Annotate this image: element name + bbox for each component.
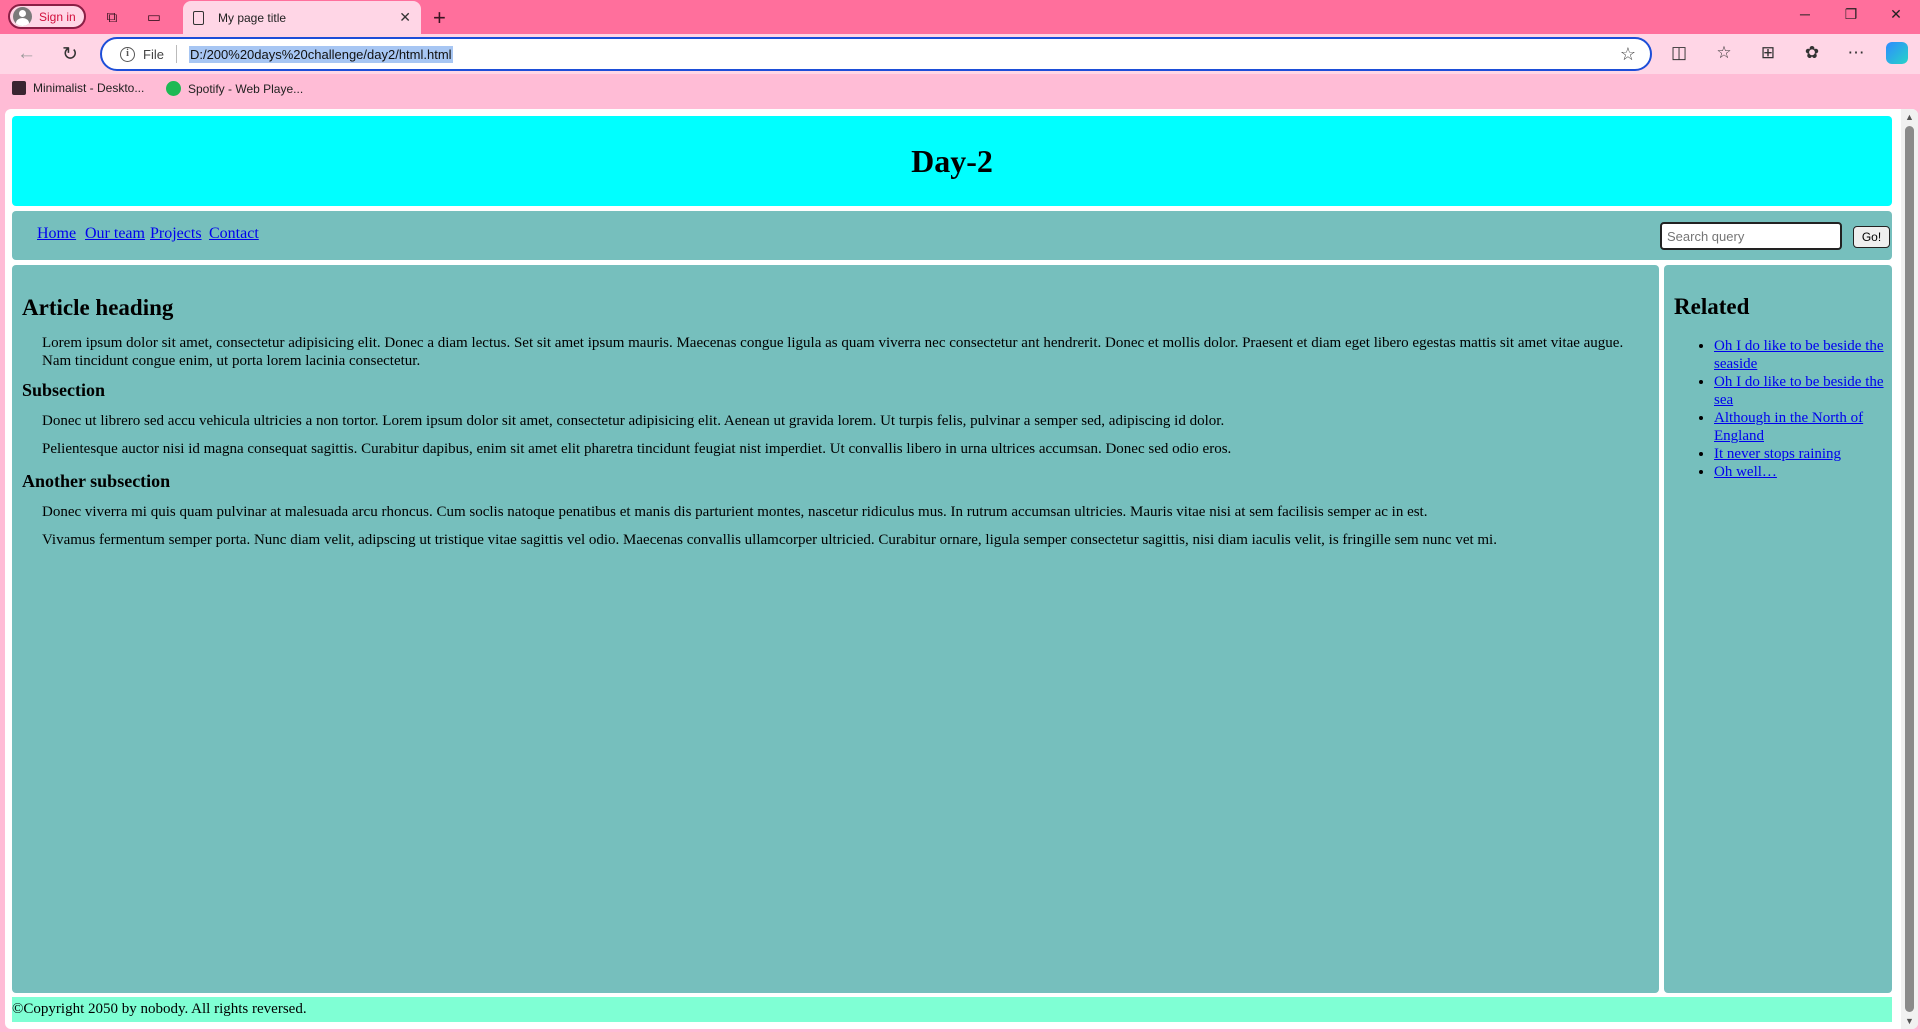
scrollbar[interactable]: ▲ ▼ — [1901, 109, 1918, 1029]
article-intro: Lorem ipsum dolor sit amet, consectetur … — [42, 335, 1624, 369]
extensions-icon[interactable]: ✿ — [1801, 43, 1823, 63]
related-link[interactable]: Oh I do like to be beside the seaside — [1714, 338, 1884, 372]
related-sidebar: Related Oh I do like to be beside the se… — [1664, 265, 1892, 993]
collections-icon[interactable]: ⊞ — [1757, 43, 1779, 63]
url-text[interactable]: D:/200%20days%20challenge/day2/html.html — [188, 45, 453, 63]
tab-actions-icon[interactable]: ▭ — [144, 7, 164, 27]
browser-toolbar: ← ↻ i File D:/200%20days%20challenge/day… — [0, 34, 1920, 74]
minimalist-favicon-icon — [12, 81, 26, 95]
favorites-icon[interactable]: ☆ — [1713, 43, 1735, 63]
bookmark-label: Spotify - Web Playe... — [188, 81, 304, 96]
related-link[interactable]: Oh well… — [1714, 464, 1777, 480]
subsection-heading: Subsection — [22, 380, 106, 400]
user-icon — [13, 7, 32, 26]
subsection-paragraph: Pelientesque auctor nisi id magna conseq… — [42, 441, 1232, 457]
search-input[interactable] — [1660, 222, 1842, 250]
divider — [175, 45, 177, 63]
tab-title: My page title — [218, 10, 287, 25]
article-heading: Article heading — [22, 295, 174, 320]
page-header: Day-2 — [12, 116, 1892, 206]
nav-link-projects[interactable]: Projects — [150, 225, 202, 243]
related-link[interactable]: Although in the North of England — [1714, 410, 1863, 444]
restore-icon[interactable]: ❐ — [1841, 6, 1861, 23]
back-icon[interactable]: ← — [17, 43, 36, 65]
another-subsection-paragraph: Vivamus fermentum semper porta. Nunc dia… — [42, 532, 1497, 548]
workspaces-icon[interactable]: ⧉ — [102, 7, 122, 27]
subsection-paragraph: Donec ut librero sed accu vehicula ultri… — [42, 413, 1225, 429]
list-item: Oh I do like to be beside the seaside — [1714, 337, 1884, 373]
related-links: Oh I do like to be beside the seaside Oh… — [1692, 337, 1884, 481]
list-item: It never stops raining — [1714, 445, 1884, 463]
split-screen-icon[interactable]: ◫ — [1668, 43, 1690, 63]
minimize-icon[interactable]: ─ — [1795, 6, 1815, 22]
search-go-button[interactable]: Go! — [1853, 226, 1890, 248]
bookmark-spotify[interactable]: Spotify - Web Playe... — [166, 81, 303, 96]
list-item: Oh I do like to be beside the sea — [1714, 373, 1884, 409]
bookmark-minimalist[interactable]: Minimalist - Deskto... — [12, 81, 144, 95]
nav-link-home[interactable]: Home — [37, 225, 76, 243]
main-article: Article heading Lorem ipsum dolor sit am… — [12, 265, 1659, 993]
info-icon[interactable]: i — [120, 46, 135, 62]
page-viewport: Day-2 Home Our team Projects Contact Go!… — [5, 109, 1918, 1029]
list-item: Although in the North of England — [1714, 409, 1884, 445]
scroll-thumb[interactable] — [1905, 126, 1914, 1012]
tab-bar: Sign in ⧉ ▭ My page title ✕ + ─ ❐ ✕ — [0, 0, 1920, 34]
plus-icon[interactable]: + — [433, 5, 446, 31]
window-close-icon[interactable]: ✕ — [1886, 6, 1906, 23]
url-scheme: File — [143, 46, 164, 62]
nav-link-our-team[interactable]: Our team — [85, 225, 145, 243]
page-icon — [193, 10, 204, 25]
spotify-favicon-icon — [166, 81, 181, 96]
bookmarks-bar: Minimalist - Deskto... Spotify - Web Pla… — [0, 74, 1920, 104]
scroll-down-icon[interactable]: ▼ — [1905, 1016, 1914, 1026]
close-icon[interactable]: ✕ — [399, 9, 411, 26]
related-link[interactable]: Oh I do like to be beside the sea — [1714, 374, 1884, 408]
page-footer: ©Copyright 2050 by nobody. All rights re… — [12, 997, 1892, 1022]
nav-link-contact[interactable]: Contact — [209, 225, 259, 243]
bookmark-label: Minimalist - Deskto... — [33, 81, 145, 95]
star-icon[interactable]: ☆ — [1620, 44, 1636, 65]
address-bar[interactable]: i File D:/200%20days%20challenge/day2/ht… — [100, 37, 1652, 71]
related-link[interactable]: It never stops raining — [1714, 446, 1841, 462]
site-nav: Home Our team Projects Contact Go! — [12, 211, 1892, 260]
page-title: Day-2 — [911, 143, 993, 179]
more-icon[interactable]: ⋯ — [1845, 43, 1867, 63]
another-subsection-paragraph: Donec viverra mi quis quam pulvinar at m… — [42, 504, 1428, 520]
list-item: Oh well… — [1714, 463, 1884, 481]
scroll-up-icon[interactable]: ▲ — [1905, 112, 1914, 122]
copilot-icon[interactable] — [1886, 42, 1908, 64]
tab-active[interactable]: My page title ✕ — [183, 1, 421, 34]
profile-button[interactable]: Sign in — [8, 4, 86, 29]
reload-icon[interactable]: ↻ — [62, 43, 78, 66]
related-heading: Related — [1674, 294, 1750, 319]
profile-label: Sign in — [39, 9, 76, 24]
another-subsection-heading: Another subsection — [22, 471, 171, 491]
